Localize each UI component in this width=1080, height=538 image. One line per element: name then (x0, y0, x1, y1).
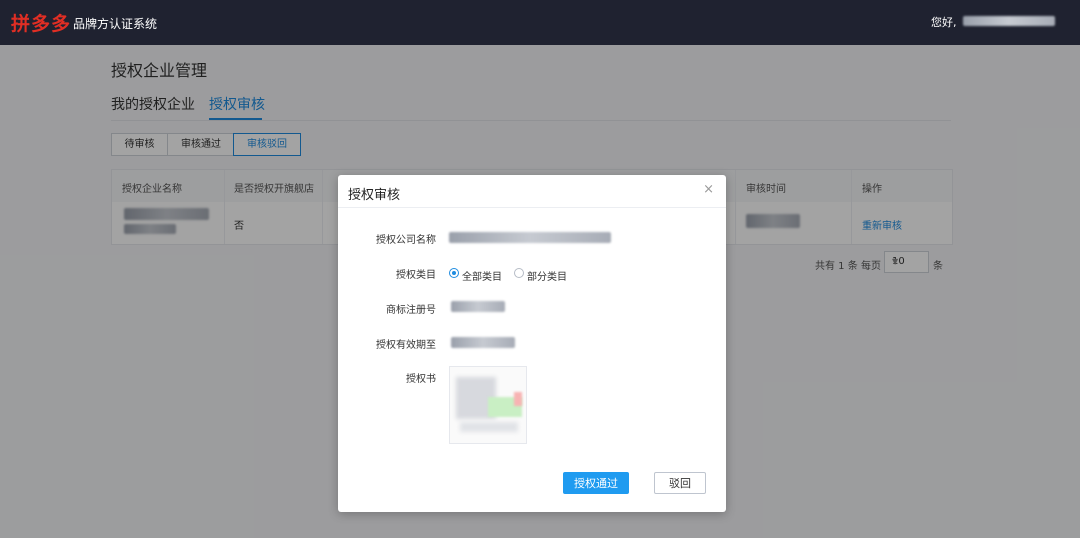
radio-partial-categories[interactable] (514, 268, 524, 278)
approve-button[interactable]: 授权通过 (563, 472, 629, 494)
company-name-value-redacted (449, 232, 611, 243)
validity-date-label: 授权有效期至 (376, 340, 436, 351)
pinduoduo-logo: 拼多多 (11, 13, 72, 35)
dialog-title: 授权审核 (348, 188, 401, 203)
reject-button[interactable]: 驳回 (654, 472, 706, 494)
username-redacted[interactable] (963, 16, 1055, 26)
top-navbar: 拼多多 品牌方认证系统 您好, (0, 0, 1080, 45)
close-icon[interactable]: × (703, 182, 714, 197)
category-label: 授权类目 (396, 270, 436, 281)
radio-all-categories[interactable] (449, 268, 459, 278)
radio-all-categories-label[interactable]: 全部类目 (462, 268, 502, 283)
dialog-header-divider (338, 207, 726, 208)
radio-partial-categories-label[interactable]: 部分类目 (527, 268, 567, 283)
trademark-number-label: 商标注册号 (386, 305, 436, 316)
trademark-number-redacted (451, 301, 505, 312)
authorization-certificate-thumbnail[interactable] (449, 366, 527, 444)
company-name-label: 授权公司名称 (376, 235, 436, 246)
user-greeting: 您好, (931, 16, 957, 29)
certificate-label: 授权书 (406, 374, 436, 385)
validity-date-redacted (451, 337, 515, 348)
system-name: 品牌方认证系统 (73, 17, 158, 31)
authorization-review-dialog: 授权审核 × 授权公司名称 授权类目 全部类目 部分类目 商标注册号 授权有效期… (338, 175, 726, 512)
